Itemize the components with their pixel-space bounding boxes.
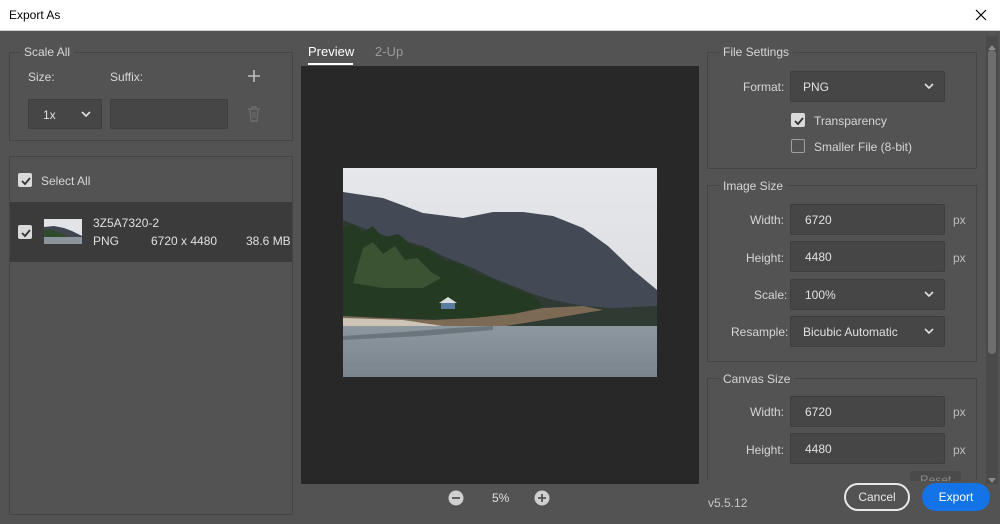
zoom-level: 5% <box>492 491 510 505</box>
zoom-in-icon[interactable] <box>534 490 550 506</box>
cancel-button[interactable]: Cancel <box>844 483 910 511</box>
suffix-input[interactable] <box>110 99 228 129</box>
size-label: Size: <box>28 70 55 84</box>
trash-icon[interactable] <box>246 105 262 123</box>
scale-dropdown-value: 100% <box>805 288 836 302</box>
preview-image <box>343 168 657 377</box>
image-height-input[interactable]: 4480 <box>790 241 945 272</box>
export-button[interactable]: Export <box>922 483 990 511</box>
smaller-file-checkbox[interactable] <box>791 139 805 153</box>
reset-button[interactable]: Reset <box>910 471 961 481</box>
canvas-width-unit: px <box>953 405 966 419</box>
tab-2-up[interactable]: 2-Up <box>375 44 403 59</box>
format-label: Format: <box>743 80 785 94</box>
image-width-unit: px <box>953 213 966 227</box>
asset-file-size: 38.6 MB <box>246 234 291 248</box>
canvas-size-panel <box>707 378 977 480</box>
asset-format: PNG <box>93 234 120 248</box>
image-width-input[interactable]: 6720 <box>790 204 945 235</box>
settings-scrollbar[interactable] <box>986 36 998 484</box>
canvas-height-input[interactable]: 4480 <box>790 433 945 464</box>
canvas-width-label: Width: <box>750 405 785 419</box>
select-all-checkbox[interactable] <box>18 173 32 187</box>
resample-label: Resample: <box>731 325 789 339</box>
size-dropdown[interactable]: 1x <box>28 99 102 129</box>
smaller-file-label[interactable]: Smaller File (8-bit) <box>814 140 912 154</box>
format-dropdown[interactable]: PNG <box>790 71 945 102</box>
close-icon[interactable] <box>970 4 992 26</box>
scroll-down-icon[interactable] <box>988 473 996 483</box>
chevron-down-icon <box>924 291 934 298</box>
asset-checkbox[interactable] <box>18 225 32 239</box>
transparency-label[interactable]: Transparency <box>814 114 887 128</box>
scale-label: Scale: <box>754 288 788 302</box>
tab-preview[interactable]: Preview <box>308 44 354 59</box>
preview-canvas[interactable] <box>301 66 699 484</box>
scale-dropdown[interactable]: 100% <box>790 279 945 310</box>
resample-dropdown[interactable]: Bicubic Automatic <box>790 316 945 347</box>
resample-dropdown-value: Bicubic Automatic <box>803 325 898 339</box>
suffix-label: Suffix: <box>110 70 144 84</box>
transparency-checkbox[interactable] <box>791 113 805 127</box>
reset-button-label: Reset <box>920 473 952 481</box>
version-label: v5.5.12 <box>708 496 748 510</box>
scrollbar-thumb[interactable] <box>988 50 996 354</box>
canvas-height-unit: px <box>953 443 966 457</box>
chevron-down-icon <box>81 111 91 118</box>
chevron-down-icon <box>924 83 934 90</box>
format-dropdown-value: PNG <box>803 80 830 94</box>
asset-name: 3Z5A7320-2 <box>93 216 160 230</box>
image-width-label: Width: <box>750 213 785 227</box>
zoom-out-icon[interactable] <box>448 490 464 506</box>
image-width-value: 6720 <box>805 213 832 227</box>
image-height-value: 4480 <box>805 250 832 264</box>
add-scale-icon[interactable] <box>246 68 262 84</box>
image-size-label: Image Size <box>719 179 788 193</box>
canvas-height-value: 4480 <box>805 442 832 456</box>
scroll-up-icon[interactable] <box>988 39 996 50</box>
size-dropdown-value: 1x <box>43 108 56 122</box>
image-height-label: Height: <box>746 251 785 265</box>
asset-thumbnail <box>44 219 82 244</box>
select-all-label[interactable]: Select All <box>41 174 90 188</box>
title-bar: Export As <box>0 0 1000 31</box>
canvas-height-label: Height: <box>746 443 785 457</box>
scale-all-label: Scale All <box>20 45 75 59</box>
canvas-width-input[interactable]: 6720 <box>790 396 945 427</box>
canvas-width-value: 6720 <box>805 405 832 419</box>
window-title: Export As <box>9 8 61 22</box>
chevron-down-icon <box>924 328 934 335</box>
canvas-size-label: Canvas Size <box>719 372 795 386</box>
image-height-unit: px <box>953 251 966 265</box>
asset-row[interactable]: 3Z5A7320-2 PNG 6720 x 4480 38.6 MB <box>10 202 292 262</box>
active-tab-indicator <box>308 63 353 65</box>
asset-dimensions: 6720 x 4480 <box>151 234 218 248</box>
file-settings-label: File Settings <box>719 45 794 59</box>
